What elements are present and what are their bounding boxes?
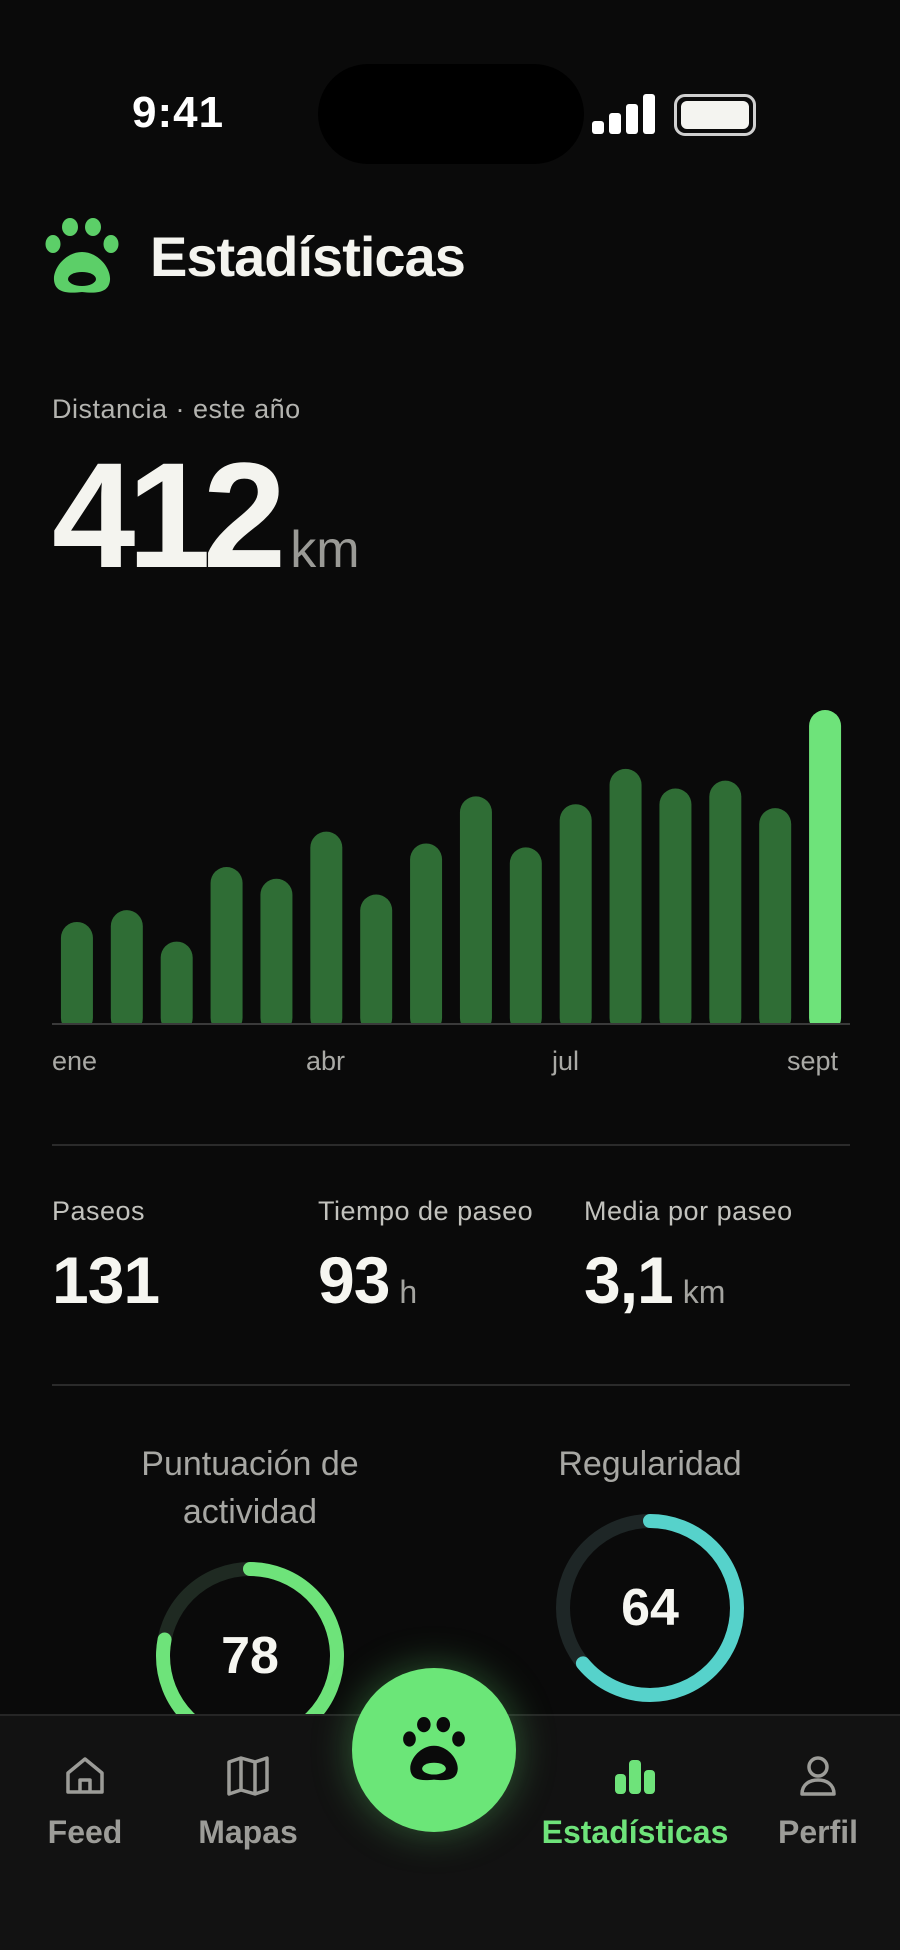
chart-bar xyxy=(160,941,193,1034)
gauge-value: 64 xyxy=(621,1579,679,1637)
stat-paseos: Paseos 131 xyxy=(52,1196,160,1317)
chart-bar xyxy=(609,768,642,1034)
distance-label: Distancia · este año xyxy=(52,394,301,424)
divider xyxy=(52,1144,850,1146)
stat-value: 93 xyxy=(318,1243,390,1317)
signal-icon xyxy=(592,94,658,134)
bar-chart-icon xyxy=(615,1760,655,1794)
chart-bar xyxy=(509,847,542,1034)
chart-bar xyxy=(809,710,842,1034)
chart-bar xyxy=(260,878,293,1034)
chart-bar xyxy=(559,804,592,1034)
chart-bar xyxy=(659,788,692,1034)
stat-value: 131 xyxy=(52,1243,160,1317)
month-label-sept: sept xyxy=(787,1046,839,1076)
nav-item-perfil[interactable]: Perfil xyxy=(733,1752,900,1851)
month-label-abr: abr xyxy=(306,1046,346,1076)
distance-value: 412 xyxy=(52,431,286,599)
stat-tiempo: Tiempo de paseo 93 h xyxy=(318,1196,533,1313)
home-icon xyxy=(66,1757,104,1794)
divider xyxy=(52,1384,850,1386)
nav-label: Perfil xyxy=(777,1814,859,1850)
walk-fab-button[interactable] xyxy=(352,1668,516,1832)
paw-icon xyxy=(403,1717,465,1781)
chart-bar xyxy=(210,867,243,1034)
dynamic-island xyxy=(318,64,584,164)
distance-row: 412 km xyxy=(52,440,360,590)
chart-bar xyxy=(310,831,343,1034)
stat-value: 3,1 xyxy=(584,1243,674,1317)
nav-item-mapas[interactable]: Mapas xyxy=(163,1752,333,1851)
nav-label: Feed xyxy=(47,1814,123,1850)
user-icon xyxy=(800,1756,836,1796)
gauge-title-regularity: Regularidad xyxy=(558,1445,742,1483)
chart-bar xyxy=(60,921,93,1034)
page-title: Estadísticas xyxy=(150,225,466,288)
stat-label: Media por paseo xyxy=(584,1196,793,1226)
paw-logo-icon xyxy=(45,218,119,293)
month-label-jul: jul xyxy=(552,1046,580,1076)
chart-bar xyxy=(110,910,143,1034)
nav-label: Estadísticas xyxy=(541,1814,729,1850)
map-icon xyxy=(227,1756,269,1796)
month-label-ene: ene xyxy=(52,1046,98,1076)
chart-bar xyxy=(410,843,443,1034)
stat-label: Paseos xyxy=(52,1196,146,1226)
nav-item-feed[interactable]: Feed xyxy=(0,1752,170,1851)
status-time: 9:41 xyxy=(132,88,225,137)
stat-label: Tiempo de paseo xyxy=(318,1196,534,1226)
chart-bar xyxy=(759,808,792,1034)
chart-bar xyxy=(459,796,492,1034)
stat-unit: h xyxy=(399,1274,418,1310)
gauge-regularity: 64 xyxy=(550,1508,750,1708)
nav-label: Mapas xyxy=(198,1814,298,1850)
nav-item-estadisticas[interactable]: Estadísticas xyxy=(542,1752,728,1851)
distance-bar-chart xyxy=(0,710,900,1090)
stat-media: Media por paseo 3,1 km xyxy=(584,1196,793,1313)
distance-unit: km xyxy=(290,521,360,579)
chart-bar xyxy=(709,780,742,1034)
gauge-title-activity: Puntuación de actividad xyxy=(141,1445,359,1531)
stat-unit: km xyxy=(682,1274,726,1310)
chart-bar xyxy=(360,894,393,1034)
battery-icon xyxy=(674,94,756,136)
